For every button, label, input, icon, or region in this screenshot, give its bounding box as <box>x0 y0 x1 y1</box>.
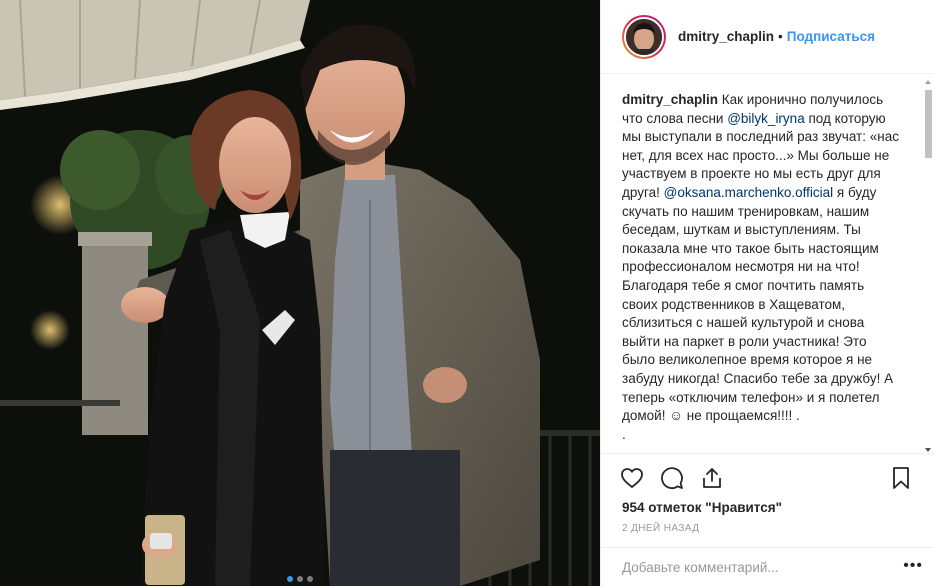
action-bar <box>601 453 934 501</box>
follow-button[interactable]: Подписаться <box>787 29 875 44</box>
comment-button[interactable] <box>658 464 686 492</box>
caption-part-3: я буду скучать по нашим тренировкам, наш… <box>622 184 894 424</box>
header-separator: • <box>778 29 783 44</box>
header-text: dmitry_chaplin • Подписаться <box>678 29 875 44</box>
like-button[interactable] <box>618 464 646 492</box>
comment-bar: ••• <box>601 547 934 586</box>
post-side-panel: dmitry_chaplin • Подписаться dmitry_chap… <box>600 0 934 586</box>
share-icon <box>703 468 721 488</box>
likes-count[interactable]: 954 отметок "Нравится" <box>622 500 782 515</box>
mention-link[interactable]: @bilyk_iryna <box>727 111 804 126</box>
avatar-image <box>624 16 664 57</box>
post-photo[interactable] <box>0 0 600 586</box>
caption-trailing: . <box>622 426 626 442</box>
scroll-down-arrow-icon[interactable] <box>925 448 931 452</box>
photo-image <box>0 0 600 586</box>
carousel-dot[interactable] <box>297 576 303 582</box>
caption-scrollbar[interactable] <box>925 80 932 452</box>
caption-text: dmitry_chaplin Как иронично получилось ч… <box>601 75 923 444</box>
post-header: dmitry_chaplin • Подписаться <box>601 0 934 74</box>
scroll-thumb[interactable] <box>925 90 932 158</box>
scroll-up-arrow-icon[interactable] <box>925 80 931 84</box>
mention-link[interactable]: @oksana.marchenko.official <box>664 185 834 200</box>
carousel-dot[interactable] <box>287 576 293 582</box>
caption-username[interactable]: dmitry_chaplin <box>622 92 718 107</box>
caption-area: dmitry_chaplin Как иронично получилось ч… <box>601 75 934 453</box>
comment-icon <box>661 467 683 489</box>
more-options-icon[interactable]: ••• <box>903 558 923 574</box>
comment-input[interactable] <box>622 559 902 575</box>
avatar-photo <box>626 18 662 55</box>
share-button[interactable] <box>698 464 726 492</box>
carousel-indicator <box>0 576 600 582</box>
instagram-post: dmitry_chaplin • Подписаться dmitry_chap… <box>0 0 934 586</box>
save-button[interactable] <box>887 464 915 492</box>
post-timestamp[interactable]: 2 дней назад <box>622 523 699 534</box>
bookmark-icon <box>893 467 909 489</box>
heart-icon <box>621 468 643 488</box>
header-username[interactable]: dmitry_chaplin <box>678 29 774 44</box>
avatar[interactable] <box>622 14 666 59</box>
carousel-dot[interactable] <box>307 576 313 582</box>
